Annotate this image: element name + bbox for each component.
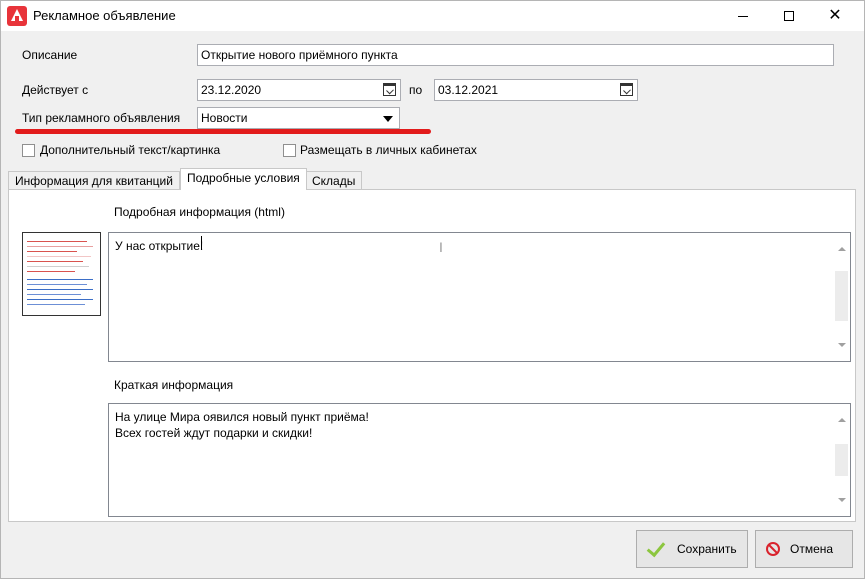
scroll-up-icon[interactable] (838, 418, 846, 422)
valid-to-label: по (409, 83, 423, 97)
scroll-up-icon[interactable] (838, 247, 846, 251)
ad-type-value: Новости (201, 111, 248, 125)
tab-receipt-info[interactable]: Информация для квитанций (8, 171, 180, 189)
place-in-cabinets-checkbox[interactable] (283, 144, 296, 157)
save-button[interactable]: Сохранить (636, 530, 748, 568)
detailed-info-scrollbar[interactable] (833, 233, 850, 361)
ad-type-select[interactable]: Новости (197, 107, 400, 129)
scroll-thumb[interactable] (835, 444, 848, 476)
calendar-icon[interactable] (383, 83, 396, 96)
chevron-down-icon (383, 116, 393, 122)
scroll-down-icon[interactable] (838, 498, 846, 502)
maximize-icon (784, 11, 794, 21)
checkmark-icon (647, 539, 667, 559)
detailed-info-text: У нас открытие! (115, 239, 204, 253)
description-field[interactable]: Открытие нового приёмного пункта (197, 44, 834, 66)
short-info-label: Краткая информация (114, 378, 234, 392)
tab-warehouses[interactable]: Склады (305, 171, 363, 189)
tab-detailed-conditions[interactable]: Подробные условия (180, 168, 307, 190)
short-info-line-2: Всех гостей ждут подарки и скидки! (115, 426, 313, 440)
valid-from-label: Действует с (22, 83, 89, 97)
short-info-textarea[interactable]: На улице Мира оявился новый пункт приёма… (108, 403, 851, 517)
close-button[interactable]: ✕ (812, 1, 858, 31)
text-caret (201, 236, 202, 250)
scroll-down-icon[interactable] (838, 343, 846, 347)
minimize-button[interactable] (720, 1, 766, 31)
scroll-thumb[interactable] (835, 271, 848, 321)
description-label: Описание (22, 48, 78, 62)
short-info-scrollbar[interactable] (833, 404, 850, 516)
annotation-underline (15, 129, 431, 134)
ad-type-label: Тип рекламного объявления (22, 111, 181, 125)
valid-to-value: 03.12.2021 (438, 83, 499, 97)
preview-thumbnail[interactable] (22, 232, 101, 316)
extra-text-label: Дополнительный текст/картинка (40, 143, 221, 157)
extra-text-checkbox[interactable] (22, 144, 35, 157)
calendar-icon[interactable] (620, 83, 633, 96)
window-title: Рекламное объявление (33, 8, 176, 23)
cancel-button[interactable]: Отмена (755, 530, 853, 568)
valid-from-value: 23.12.2020 (201, 83, 262, 97)
cancel-button-label: Отмена (790, 542, 834, 556)
valid-from-field[interactable]: 23.12.2020 (197, 79, 401, 101)
minimize-icon (738, 15, 748, 17)
cancel-icon (766, 542, 780, 556)
short-info-line-1: На улице Мира оявился новый пункт приёма… (115, 410, 369, 424)
maximize-button[interactable] (766, 1, 812, 31)
place-in-cabinets-label: Размещать в личных кабинетах (300, 143, 477, 157)
text-cursor-icon: I (439, 239, 443, 255)
title-bar: Рекламное объявление ✕ (1, 1, 864, 31)
valid-to-field[interactable]: 03.12.2021 (434, 79, 638, 101)
detailed-info-textarea[interactable]: У нас открытие! (108, 232, 851, 362)
close-icon: ✕ (828, 7, 842, 24)
save-button-label: Сохранить (677, 542, 737, 556)
app-logo-icon (7, 6, 27, 26)
detailed-info-label: Подробная информация (html) (114, 205, 285, 219)
